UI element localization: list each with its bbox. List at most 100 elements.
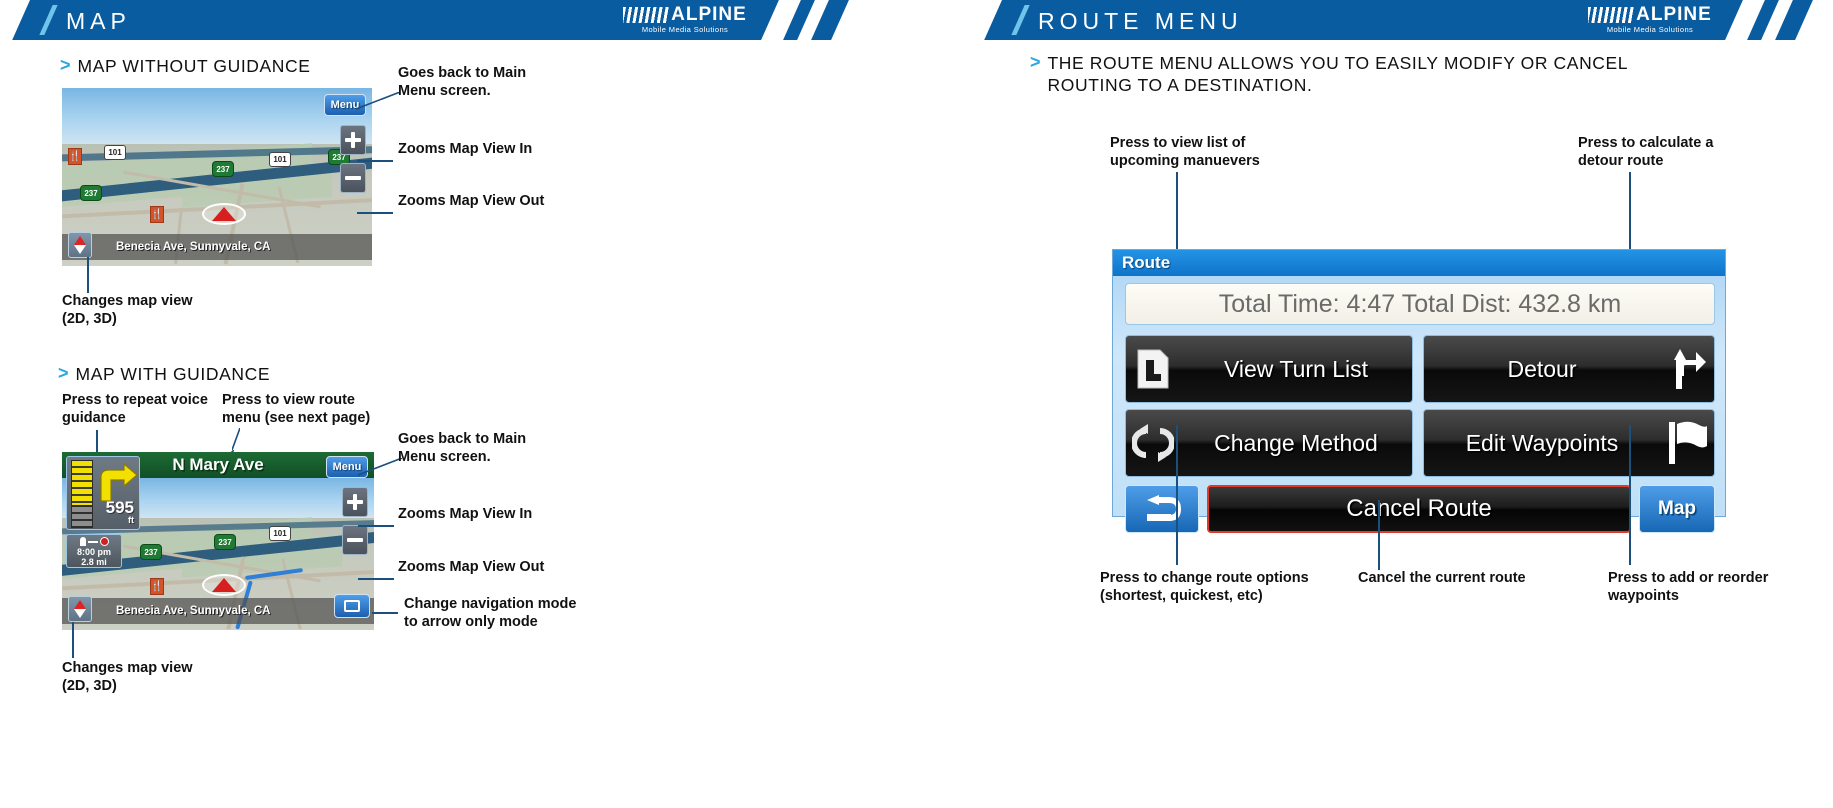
banner-accent-slash (39, 5, 58, 35)
annotation-zoomout-2: Zooms Map View Out (398, 559, 545, 575)
annotation-route-menu: Press to view route menu (see next page) (222, 392, 371, 426)
section-heading-route-intro: > THE ROUTE MENU ALLOWS YOU TO EASILY MO… (1030, 52, 1730, 96)
banner-diagonal-4 (1725, 0, 1765, 40)
section-title-1: MAP WITHOUT GUIDANCE (77, 56, 311, 76)
page-title-route: ROUTE MENU (1038, 8, 1243, 34)
banner-diagonal-6 (1795, 0, 1833, 40)
view-turn-list-button[interactable]: View Turn List (1125, 335, 1413, 403)
voice-guidance-ladder-icon (71, 460, 93, 506)
refresh-cycle-icon (1126, 422, 1180, 464)
alpine-logo-2: ALPINE Mobile Media Solutions (1570, 5, 1730, 35)
annotation-arrowmode: Change navigation mode to arrow only mode (404, 596, 577, 630)
flag-icon (1660, 420, 1714, 466)
annotation-detour: Press to calculate a detour route (1578, 135, 1714, 169)
compass-down-arrow-icon (74, 245, 86, 254)
back-button[interactable] (1125, 485, 1199, 533)
leader-line-mapview-1 (87, 257, 89, 293)
detour-button[interactable]: Detour (1423, 335, 1715, 403)
annotation-zoomin-1: Zooms Map View In (398, 141, 533, 157)
section-heading-map-without-guidance: > MAP WITHOUT GUIDANCE (60, 55, 311, 77)
map-view-toggle-button[interactable] (68, 232, 92, 258)
leader-line-routemenu-top (231, 427, 241, 451)
route-shield-us-2: 101 (269, 152, 291, 167)
eta-time: 8:00 pm (76, 547, 111, 557)
street-name-text: N Mary Ave (172, 455, 264, 474)
address-bar: Benecia Ave, Sunnyvale, CA (62, 234, 372, 260)
edit-waypoints-button[interactable]: Edit Waypoints (1423, 409, 1715, 477)
leader-line-cancelroute (1378, 500, 1380, 570)
route-screen-title: Route (1122, 253, 1171, 272)
logo-wordmark-2: ALPINE (1636, 4, 1712, 25)
destination-dot-icon (99, 537, 109, 546)
leader-line-changemethod (1176, 425, 1178, 565)
plus-icon-2 (347, 494, 363, 510)
route-shield-state-1: 237 (212, 161, 234, 177)
zoom-out-button[interactable] (340, 163, 366, 193)
restaurant-poi-icon-3: 🍴 (150, 578, 164, 595)
zoom-out-button-2[interactable] (342, 525, 368, 555)
route-shield-state-5: 237 (140, 544, 162, 560)
leader-line-editwaypoints (1629, 425, 1631, 565)
restaurant-poi-icon-2: 🍴 (150, 206, 164, 223)
route-summary-text: Total Time: 4:47 Total Dist: 432.8 km (1218, 289, 1622, 318)
leader-line-zoomout-1 (357, 212, 393, 214)
compass-up-arrow-icon (74, 236, 86, 245)
voice-guidance-ladder-icon-2 (71, 506, 93, 528)
annotation-menu-1: Goes back to Main Menu screen. (398, 65, 527, 99)
address-text-2: Benecia Ave, Sunnyvale, CA (116, 605, 271, 617)
logo-stripes-icon-2 (1588, 6, 1635, 23)
logo-tagline: Mobile Media Solutions (641, 25, 729, 34)
map-view-toggle-button-2[interactable] (68, 596, 92, 622)
route-shield-us-1: 101 (104, 145, 126, 160)
route-summary-field: Total Time: 4:47 Total Dist: 432.8 km (1125, 283, 1715, 325)
leader-line-zoomin-2 (358, 525, 394, 527)
annotation-change-method: Press to change route options (shortest, … (1100, 570, 1309, 604)
current-position-marker-2 (202, 574, 246, 596)
route-intro-text: THE ROUTE MENU ALLOWS YOU TO EASILY MODI… (1047, 53, 1629, 95)
route-screen-title-bar: Route (1113, 250, 1725, 276)
section-heading-map-with-guidance: > MAP WITH GUIDANCE (58, 363, 270, 385)
route-shield-state-2: 237 (80, 185, 102, 201)
route-shield-us-3: 101 (269, 526, 291, 541)
annotation-mapview-2: Changes map view (2D, 3D) (62, 660, 193, 694)
leader-line-menu-2 (357, 457, 403, 476)
banner-right-notch (972, 0, 1002, 40)
leader-line-mapview-2 (72, 622, 74, 658)
arrow-only-mode-button[interactable] (334, 594, 370, 618)
annotation-zoomin-2: Zooms Map View In (398, 506, 533, 522)
annotation-cancel-route: Cancel the current route (1358, 570, 1526, 586)
alpine-logo: ALPINE Mobile Media Solutions (605, 5, 765, 35)
annotation-zoomout-1: Zooms Map View Out (398, 193, 545, 209)
map-button[interactable]: Map (1639, 485, 1715, 533)
leader-line-zoomin-1 (357, 160, 393, 162)
arrow-dash-icon (87, 540, 98, 543)
turn-distance: 595 ft (105, 498, 134, 525)
restaurant-poi-icon-1: 🍴 (68, 148, 82, 165)
route-menu-device-screen: Route Total Time: 4:47 Total Dist: 432.8… (1112, 249, 1726, 533)
map-screenshot-without-guidance: 🍴 🍴 101 101 237 237 237 Benecia Ave, Sun… (62, 88, 372, 266)
compass-up-arrow-icon-2 (74, 600, 86, 609)
banner-diagonal-1 (761, 0, 801, 40)
zoom-in-button-2[interactable] (342, 487, 368, 517)
view-turn-list-label: View Turn List (1223, 355, 1369, 382)
leader-line-zoomout-2 (358, 578, 394, 580)
eta-distance: 2.8 mi (81, 557, 107, 567)
annotation-repeat-voice: Press to repeat voice guidance (62, 392, 208, 426)
leader-line-menu-1 (355, 91, 401, 110)
cancel-route-button[interactable]: Cancel Route (1207, 485, 1631, 533)
edit-waypoints-label: Edit Waypoints (1465, 429, 1619, 456)
minus-icon-2 (347, 538, 363, 542)
change-method-button[interactable]: Change Method (1125, 409, 1413, 477)
turn-guidance-box[interactable]: 595 ft (66, 456, 140, 530)
logo-stripes-icon (623, 6, 670, 23)
section-title-2: MAP WITH GUIDANCE (75, 364, 271, 384)
zoom-in-button[interactable] (340, 125, 366, 155)
banner-diagonal-5 (1761, 0, 1793, 40)
plus-icon (345, 132, 361, 148)
person-icon (79, 537, 86, 546)
cancel-route-label: Cancel Route (1346, 495, 1492, 522)
compass-down-arrow-icon-2 (74, 609, 86, 618)
detour-label: Detour (1507, 355, 1577, 382)
manual-page: MAP ALPINE Mobile Media Solutions ROUTE … (0, 0, 1833, 808)
change-method-label: Change Method (1214, 429, 1378, 456)
